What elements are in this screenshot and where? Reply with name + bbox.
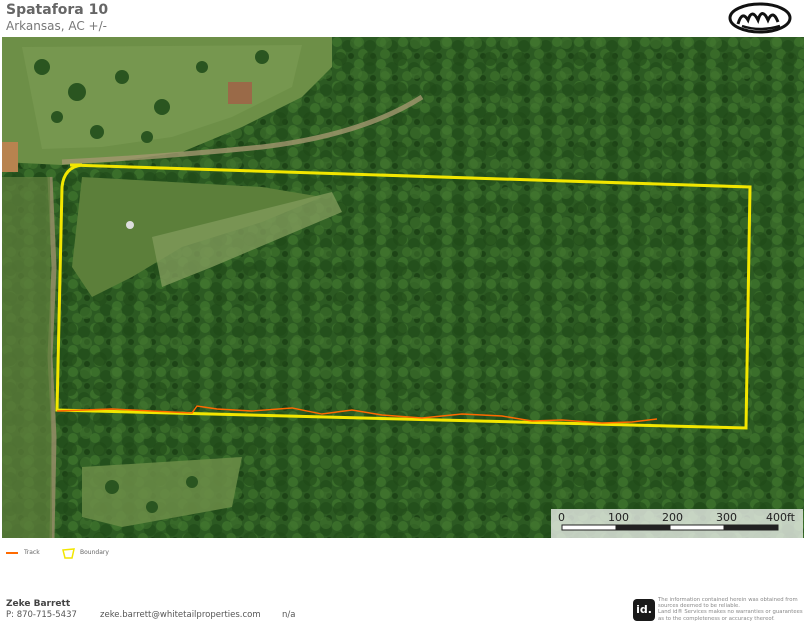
track-legend-icon <box>6 552 18 554</box>
agent-phone: P: 870-715-5437 <box>6 610 77 620</box>
boundary-legend-icon <box>62 548 75 559</box>
legend-track-label: Track <box>24 549 40 556</box>
whitetail-logo-icon <box>728 2 792 34</box>
agent-extra: n/a <box>282 610 296 620</box>
disclaimer-line: Land id® Services makes no warranties or… <box>658 609 803 616</box>
agent-name: Zeke Barrett <box>6 599 71 609</box>
map-subtitle: Arkansas, AC +/- <box>6 19 107 33</box>
scale-bar: 0 100 200 300 400ft <box>551 509 803 538</box>
scale-ruler <box>561 524 779 531</box>
land-id-logo: id. <box>633 599 655 621</box>
disclaimer-line: as to the completeness or accuracy there… <box>658 615 775 622</box>
map-title: Spatafora 10 <box>6 2 109 18</box>
satellite-map[interactable]: 0 100 200 300 400ft <box>2 37 804 538</box>
map-canvas <box>2 37 804 538</box>
legend-boundary-label: Boundary <box>80 549 109 556</box>
agent-email[interactable]: zeke.barrett@whitetailproperties.com <box>100 610 261 620</box>
disclaimer-text: The information contained herein was obt… <box>658 597 806 622</box>
